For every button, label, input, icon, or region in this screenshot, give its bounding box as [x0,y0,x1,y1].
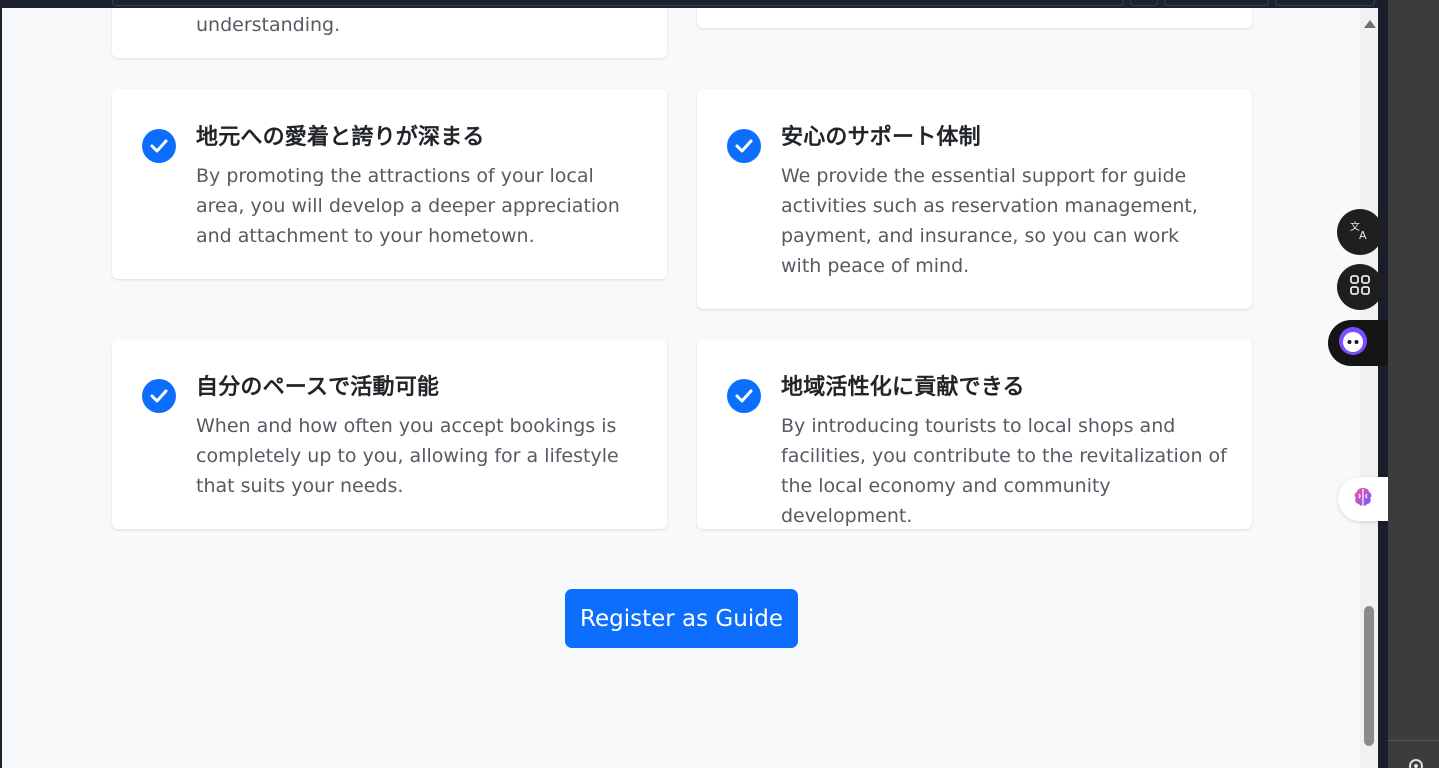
check-circle-icon [727,129,761,163]
check-circle-icon [727,379,761,413]
feature-card-text: By promoting the attractions of your loc… [196,165,620,247]
gear-icon[interactable] [1406,756,1426,768]
feature-card: 地元への愛着と誇りが深まる By promoting the attractio… [112,89,667,279]
apps-button[interactable] [1337,264,1383,310]
feature-card-title: 自分のペースで活動可能 [196,375,440,400]
register-as-guide-button[interactable]: Register as Guide [565,589,798,648]
side-panel [1388,0,1439,768]
toolbar-button-remnant [1275,0,1375,6]
window-divider [1378,0,1388,768]
address-bar-remnant [112,0,1124,6]
browser-top-strip [0,0,1380,8]
svg-text:A: A [1359,229,1367,241]
scrollbar-thumb[interactable] [1364,606,1374,746]
assistant-button[interactable] [1328,320,1388,366]
feature-card-partial [697,8,1252,28]
check-circle-icon [142,379,176,413]
feature-card-text: understanding. [196,14,341,36]
vertical-scrollbar[interactable] [1360,8,1378,768]
brain-icon [1350,484,1376,515]
feature-card-title: 安心のサポート体制 [781,125,981,150]
toolbar-button-remnant [1130,0,1158,6]
feature-card-title: 地元への愛着と誇りが深まる [196,125,485,150]
feature-card-text: We provide the essential support for gui… [781,165,1198,277]
divider [1388,740,1439,741]
feature-card-text: When and how often you accept bookings i… [196,415,619,497]
toolbar-button-remnant [1164,0,1269,6]
assistant-face-icon [1338,326,1368,361]
feature-card-title: 地域活性化に貢献できる [781,375,1025,400]
translate-icon: 文A [1349,219,1371,246]
feature-card-partial: understanding. [112,8,667,58]
feature-card-text: By introducing tourists to local shops a… [781,415,1227,527]
feature-card: 地域活性化に貢献できる By introducing tourists to l… [697,339,1252,529]
translate-button[interactable]: 文A [1337,209,1383,255]
check-circle-icon [142,129,176,163]
page-content: understanding. 地元への愛着と誇りが深まる By promotin… [2,8,1360,768]
apps-grid-icon [1349,274,1371,301]
feature-card: 安心のサポート体制 We provide the essential suppo… [697,89,1252,309]
feature-card: 自分のペースで活動可能 When and how often you accep… [112,339,667,529]
ai-helper-button[interactable] [1338,477,1388,521]
scroll-up-arrow-icon[interactable] [1364,20,1376,28]
